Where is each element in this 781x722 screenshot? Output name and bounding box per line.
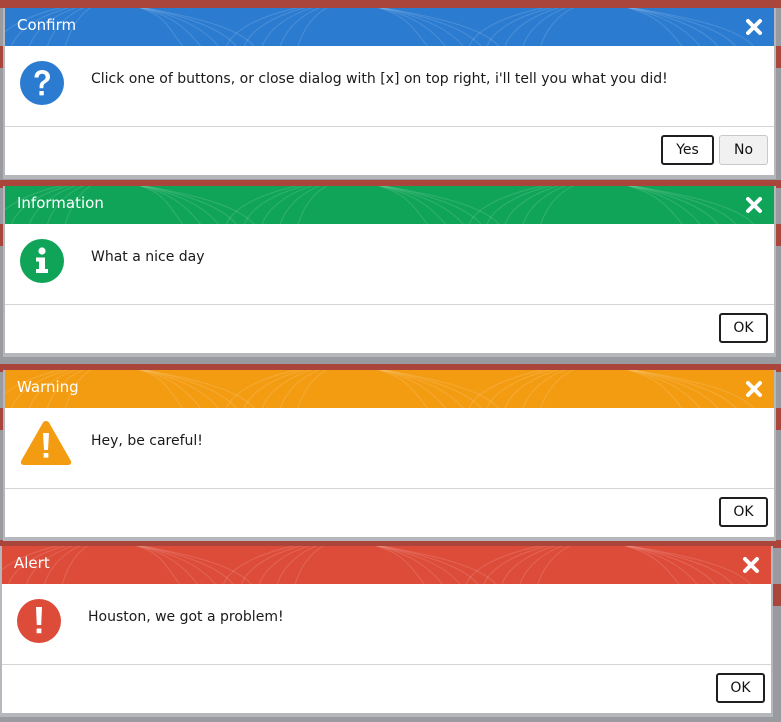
dialog-titlebar[interactable]: Warning	[5, 370, 774, 408]
question-icon	[19, 60, 65, 106]
ok-button[interactable]: OK	[719, 497, 768, 527]
titlebar-pattern	[2, 546, 751, 584]
ok-button[interactable]: OK	[719, 313, 768, 343]
alert-dialog: Alert Houston, we got a problem! OK	[0, 546, 773, 717]
dialog-title: Alert	[14, 554, 50, 572]
close-icon[interactable]	[741, 555, 761, 575]
dialog-footer: Yes No	[5, 127, 774, 175]
dialog-footer: OK	[5, 305, 774, 353]
dialog-content: Houston, we got a problem!	[2, 584, 771, 665]
exclamation-icon	[16, 598, 62, 644]
dialog-titlebar[interactable]: Alert	[2, 546, 771, 584]
dialog-title: Information	[17, 194, 104, 212]
warning-dialog: Warning Hey, be careful! OK	[3, 370, 776, 541]
dialog-message: Houston, we got a problem!	[88, 609, 284, 625]
dialog-footer: OK	[5, 489, 774, 537]
dialog-title: Confirm	[17, 16, 77, 34]
backdrop-edge	[773, 584, 781, 606]
dialog-footer: OK	[2, 665, 771, 713]
dialog-message: Hey, be careful!	[91, 433, 203, 449]
dialog-content: Hey, be careful!	[5, 408, 774, 489]
information-dialog: Information What a nice day OK	[3, 186, 776, 357]
dialog-message: Click one of buttons, or close dialog wi…	[91, 71, 668, 87]
warning-icon	[19, 418, 73, 468]
dialog-content: What a nice day	[5, 224, 774, 305]
ok-button[interactable]: OK	[716, 673, 765, 703]
dialog-message: What a nice day	[91, 249, 205, 265]
dialog-titlebar[interactable]: Confirm	[5, 8, 774, 46]
confirm-dialog: Confirm Click one of buttons, or close d…	[3, 8, 776, 179]
dialog-content: Click one of buttons, or close dialog wi…	[5, 46, 774, 127]
close-icon[interactable]	[744, 17, 764, 37]
titlebar-pattern	[5, 370, 754, 408]
close-icon[interactable]	[744, 195, 764, 215]
dialog-titlebar[interactable]: Information	[5, 186, 774, 224]
info-icon	[19, 238, 65, 284]
close-icon[interactable]	[744, 379, 764, 399]
yes-button[interactable]: Yes	[661, 135, 714, 165]
dialog-title: Warning	[17, 378, 79, 396]
backdrop-bar	[0, 0, 781, 8]
no-button[interactable]: No	[719, 135, 768, 165]
titlebar-pattern	[5, 186, 754, 224]
titlebar-pattern	[5, 8, 754, 46]
